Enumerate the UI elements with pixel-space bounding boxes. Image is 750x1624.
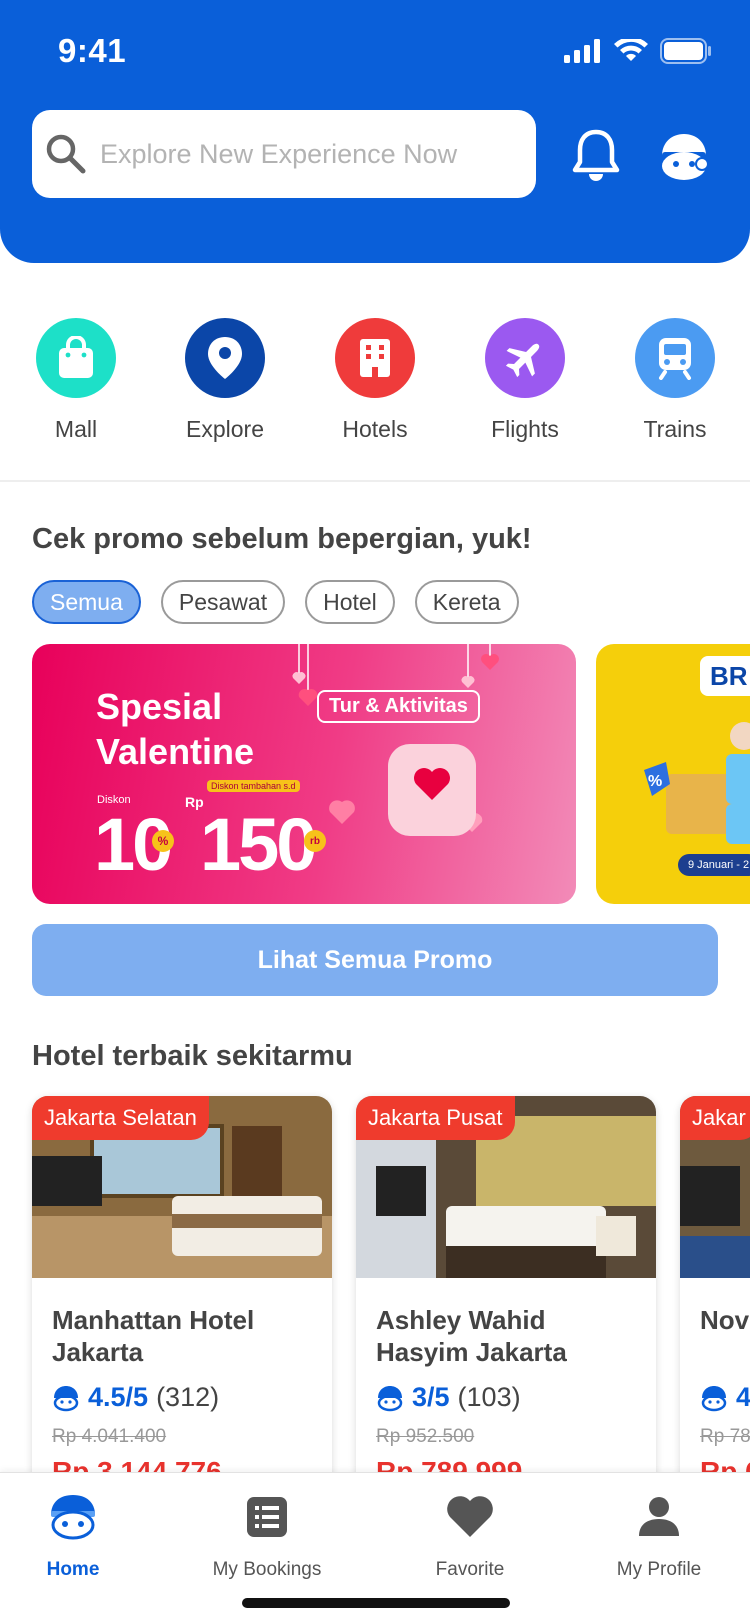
banner-extra-value: 150 <box>200 803 317 886</box>
hotel-name: Nov <box>700 1305 750 1335</box>
hotel-score: 4 <box>736 1382 750 1412</box>
promo-banner-valentine[interactable]: Spesial Valentine Tur & Aktivitas Diskon… <box>32 644 576 904</box>
hotel-card[interactable]: Jakar Nov 4 Rp 78 Rp 6 <box>680 1096 750 1496</box>
category-explore[interactable]: Explore <box>160 318 290 443</box>
mascot-icon[interactable] <box>658 130 710 182</box>
train-icon <box>635 318 715 398</box>
nav-label: Home <box>46 1559 100 1580</box>
hotel-old-price: Rp 78 <box>700 1426 750 1447</box>
heart-icon <box>385 1493 555 1541</box>
search-input[interactable] <box>100 138 500 170</box>
category-label: Trains <box>643 416 707 442</box>
user-icon <box>574 1493 744 1541</box>
section-divider <box>0 480 750 482</box>
banner-title: Spesial Valentine <box>96 686 255 772</box>
svg-text:%: % <box>648 773 662 790</box>
building-icon <box>335 318 415 398</box>
hotel-rating: 3/5 (103) <box>376 1382 521 1413</box>
category-label: Flights <box>491 416 559 442</box>
hotel-section-title: Hotel terbaik sekitarmu <box>32 1040 353 1072</box>
nav-label: My Bookings <box>212 1559 322 1580</box>
wifi-icon <box>614 39 648 61</box>
category-row: Mall Explore Hotels Flights Trains <box>0 318 750 443</box>
search-icon <box>46 134 86 174</box>
promo-filter-chips: Semua Pesawat Hotel Kereta <box>32 580 519 624</box>
category-trains[interactable]: Trains <box>610 318 740 443</box>
heart-icon <box>414 768 450 800</box>
hotel-location-badge: Jakarta Pusat <box>356 1096 515 1140</box>
hotel-name: Manhattan Hotel Jakarta <box>52 1305 255 1367</box>
nav-favorite[interactable]: Favorite <box>385 1493 555 1581</box>
bell-icon[interactable] <box>570 128 622 184</box>
header: 9:41 <box>0 0 750 263</box>
nav-label: Favorite <box>435 1559 505 1580</box>
list-icon <box>182 1493 352 1541</box>
home-mascot-icon <box>0 1493 158 1541</box>
category-flights[interactable]: Flights <box>460 318 590 443</box>
chip-semua[interactable]: Semua <box>32 580 141 624</box>
banner-percent-badge: % <box>152 830 174 852</box>
hotel-card[interactable]: Jakarta Pusat Ashley Wahid Hasyim Jakart… <box>356 1096 656 1496</box>
hotel-location-badge: Jakar <box>680 1096 750 1140</box>
category-label: Hotels <box>342 416 408 442</box>
battery-icon <box>660 38 711 64</box>
banner-extra-label: Diskon tambahan s.d <box>207 780 300 792</box>
banner-unit-badge: rb <box>304 830 326 852</box>
rating-mascot-icon <box>53 1385 79 1411</box>
category-label: Explore <box>186 416 264 442</box>
airplane-icon <box>485 318 565 398</box>
status-icons <box>564 38 712 64</box>
promo-title: Cek promo sebelum bepergian, yuk! <box>32 523 532 555</box>
promo-banner-bri[interactable]: BR % 9 Januari - 2 <box>596 644 750 904</box>
nav-home[interactable]: Home <box>0 1493 158 1581</box>
see-all-promo-button[interactable]: Lihat Semua Promo <box>32 924 718 996</box>
hotel-old-price: Rp 952.500 <box>376 1426 475 1447</box>
hotel-rating: 4 <box>700 1382 750 1413</box>
chip-pesawat[interactable]: Pesawat <box>160 580 286 624</box>
category-label: Mall <box>54 416 98 442</box>
signal-icon <box>564 39 600 63</box>
hotel-review-count: (103) <box>457 1382 521 1412</box>
banner-tag: Tur & Aktivitas <box>317 690 480 723</box>
chip-kereta[interactable]: Kereta <box>414 580 519 624</box>
hotel-score: 4.5/5 <box>88 1382 149 1412</box>
home-indicator[interactable] <box>242 1598 510 1608</box>
shopping-bag-icon <box>36 318 116 398</box>
hotel-name: Ashley Wahid Hasyim Jakarta <box>376 1305 567 1367</box>
rating-mascot-icon <box>377 1385 403 1411</box>
nav-my-bookings[interactable]: My Bookings <box>182 1493 352 1581</box>
hotel-old-price: Rp 4.041.400 <box>52 1426 167 1447</box>
hotel-card[interactable]: Jakarta Selatan Manhattan Hotel Jakarta … <box>32 1096 332 1496</box>
status-time: 9:41 <box>58 32 127 69</box>
hotel-rating: 4.5/5 (312) <box>52 1382 219 1413</box>
hotel-score: 3/5 <box>412 1382 450 1412</box>
nav-my-profile[interactable]: My Profile <box>574 1493 744 1581</box>
search-bar[interactable] <box>32 110 536 198</box>
bri-date-label: 9 Januari - 2 <box>678 854 750 876</box>
nav-label: My Profile <box>616 1559 702 1580</box>
hotel-review-count: (312) <box>156 1382 220 1412</box>
category-hotels[interactable]: Hotels <box>310 318 440 443</box>
map-pin-icon <box>185 318 265 398</box>
hotel-location-badge: Jakarta Selatan <box>32 1096 209 1140</box>
rating-mascot-icon <box>701 1385 727 1411</box>
chip-hotel[interactable]: Hotel <box>305 580 395 624</box>
category-mall[interactable]: Mall <box>11 318 141 443</box>
home-screen: 9:41 Explore New Experience Now Mall Exp… <box>0 0 750 1624</box>
